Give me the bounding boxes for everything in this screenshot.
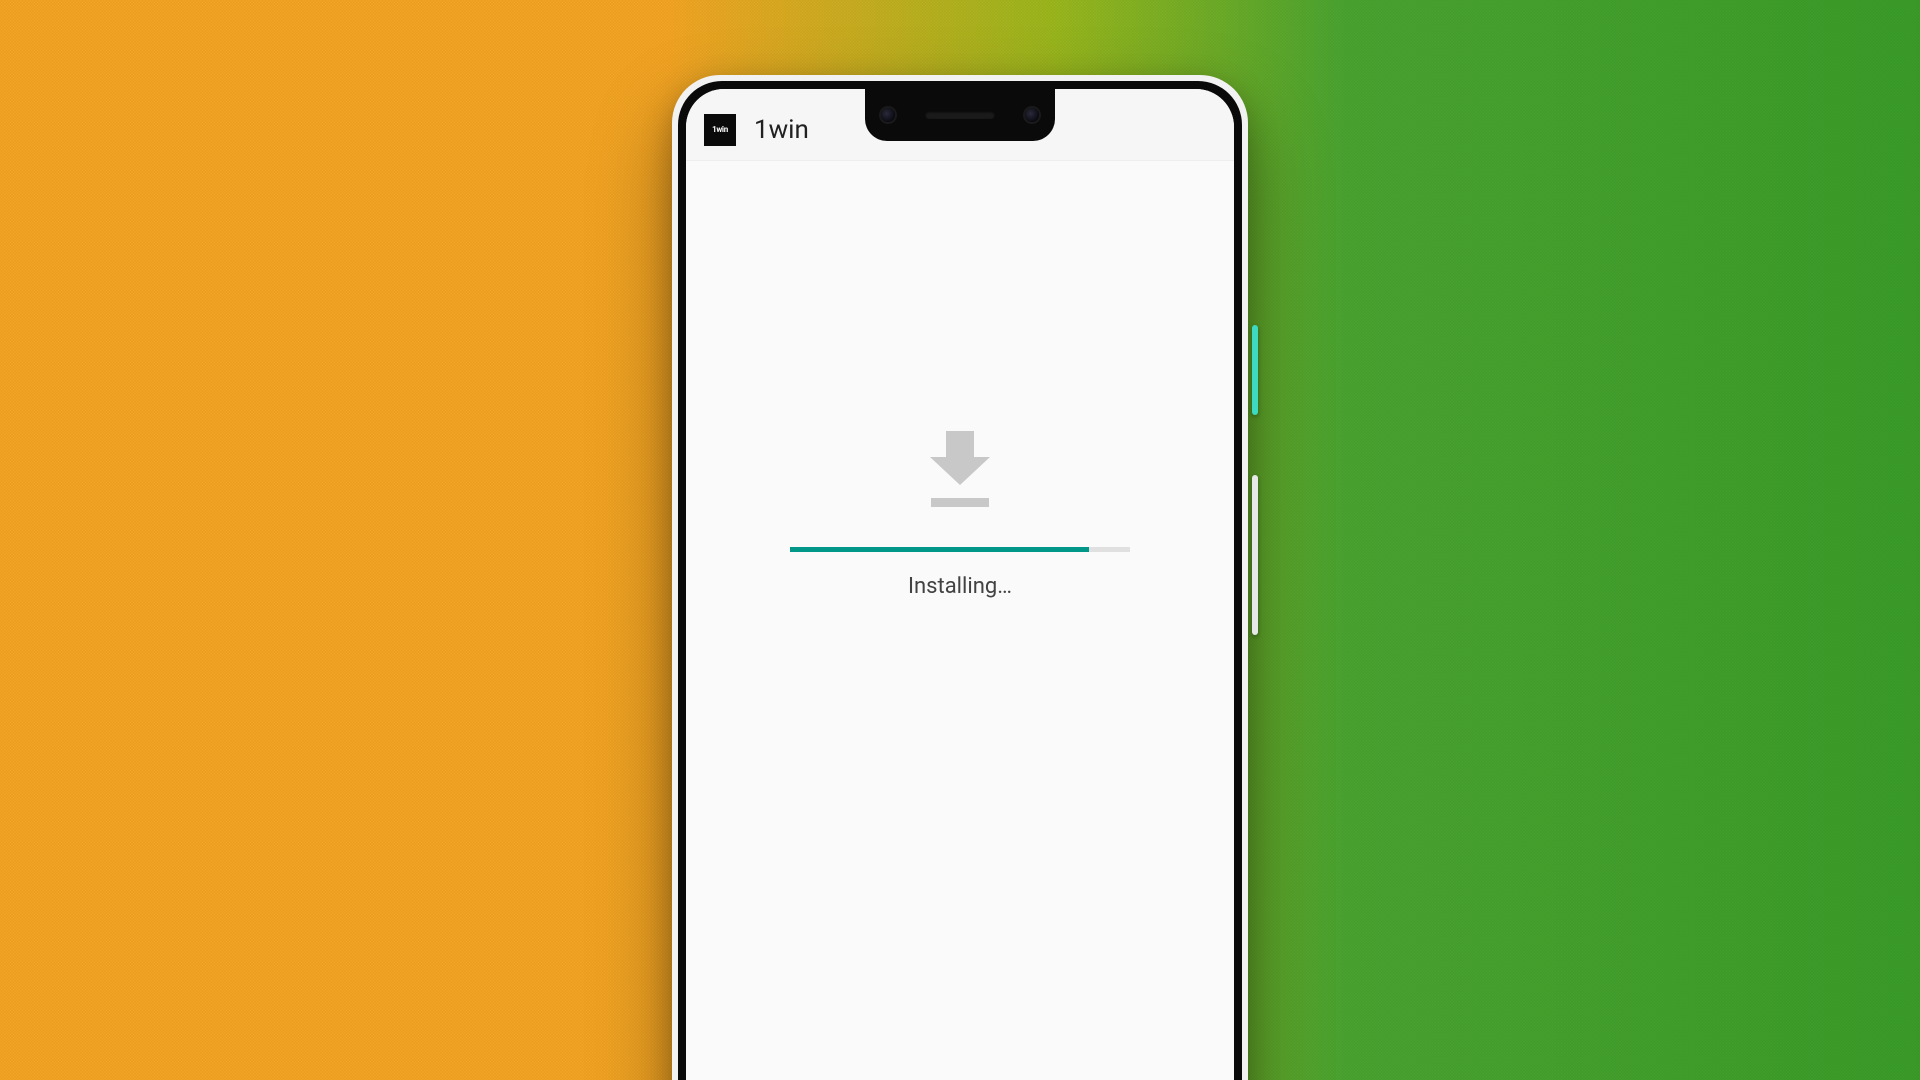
front-camera-icon [881, 108, 895, 122]
front-camera-icon [1025, 108, 1039, 122]
volume-button [1252, 475, 1258, 635]
app-icon-text: 1win [712, 125, 728, 134]
download-icon [925, 431, 995, 511]
phone-screen: 1win 1win [686, 89, 1234, 1080]
display-notch [865, 89, 1055, 141]
install-progress-fill [790, 547, 1089, 552]
phone-rim: 1win 1win [678, 81, 1242, 1080]
install-progress-bar [790, 547, 1130, 552]
power-button [1252, 325, 1258, 415]
app-icon: 1win [704, 114, 736, 146]
install-status-text: Installing… [908, 574, 1012, 599]
app-name-label: 1win [754, 115, 809, 145]
phone-outer-shell: 1win 1win [672, 75, 1248, 1080]
installer-content: Installing… CANCEL [686, 161, 1234, 1080]
earpiece-speaker [925, 111, 995, 119]
phone-mockup: 1win 1win [672, 75, 1248, 1080]
download-section: Installing… [686, 431, 1234, 599]
